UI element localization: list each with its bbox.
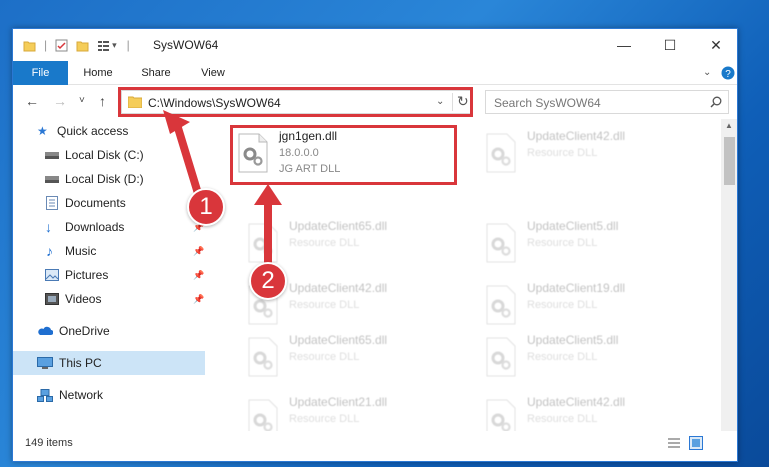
annotation-arrows xyxy=(163,110,282,266)
arrow-head xyxy=(254,184,282,205)
step-2-badge: 2 xyxy=(249,262,287,300)
arrow-to-address-bar xyxy=(171,114,204,204)
step-1-badge: 1 xyxy=(187,188,225,226)
